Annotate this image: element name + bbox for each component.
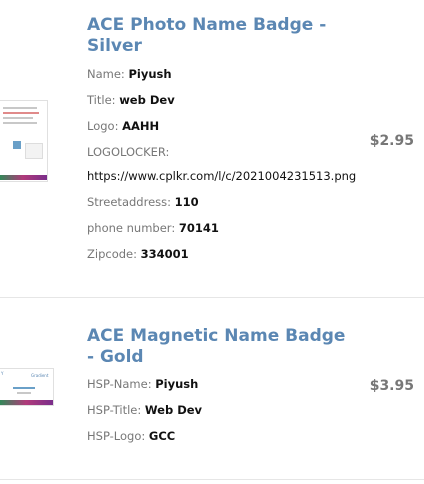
cart-item: ACE Photo Name Badge - Silver Name: Piyu…: [0, 0, 424, 297]
badge-preview-image: Y Gradient: [0, 368, 54, 406]
attribute-hsp-title: HSP-Title: Web Dev: [87, 403, 203, 417]
attribute-logo: Logo: AAHH: [87, 119, 160, 133]
attribute-title: Title: web Dev: [87, 93, 175, 107]
attribute-logolocker: LOGOLOCKER:: [87, 145, 170, 159]
product-title[interactable]: ACE Photo Name Badge - Silver: [87, 15, 347, 57]
item-price: $2.95: [369, 133, 414, 149]
item-divider: [0, 479, 424, 480]
product-thumbnail[interactable]: Y Gradient: [0, 368, 56, 408]
attribute-hsp-name: HSP-Name: Piyush: [87, 377, 199, 391]
badge-preview-image: [0, 100, 48, 182]
attribute-zipcode: Zipcode: 334001: [87, 247, 189, 261]
attribute-streetaddress: Streetaddress: 110: [87, 195, 199, 209]
attribute-hsp-logo: HSP-Logo: GCC: [87, 429, 176, 443]
item-price: $3.95: [369, 378, 414, 394]
cart-item: Y Gradient ACE Magnetic Name Badge - Gol…: [0, 298, 424, 478]
attribute-phone: phone number: 70141: [87, 221, 219, 235]
product-thumbnail[interactable]: [0, 98, 56, 184]
attribute-name: Name: Piyush: [87, 67, 172, 81]
attribute-logolocker-url: https://www.cplkr.com/l/c/2021004231513.…: [87, 169, 357, 183]
product-title[interactable]: ACE Magnetic Name Badge - Gold: [87, 326, 347, 368]
